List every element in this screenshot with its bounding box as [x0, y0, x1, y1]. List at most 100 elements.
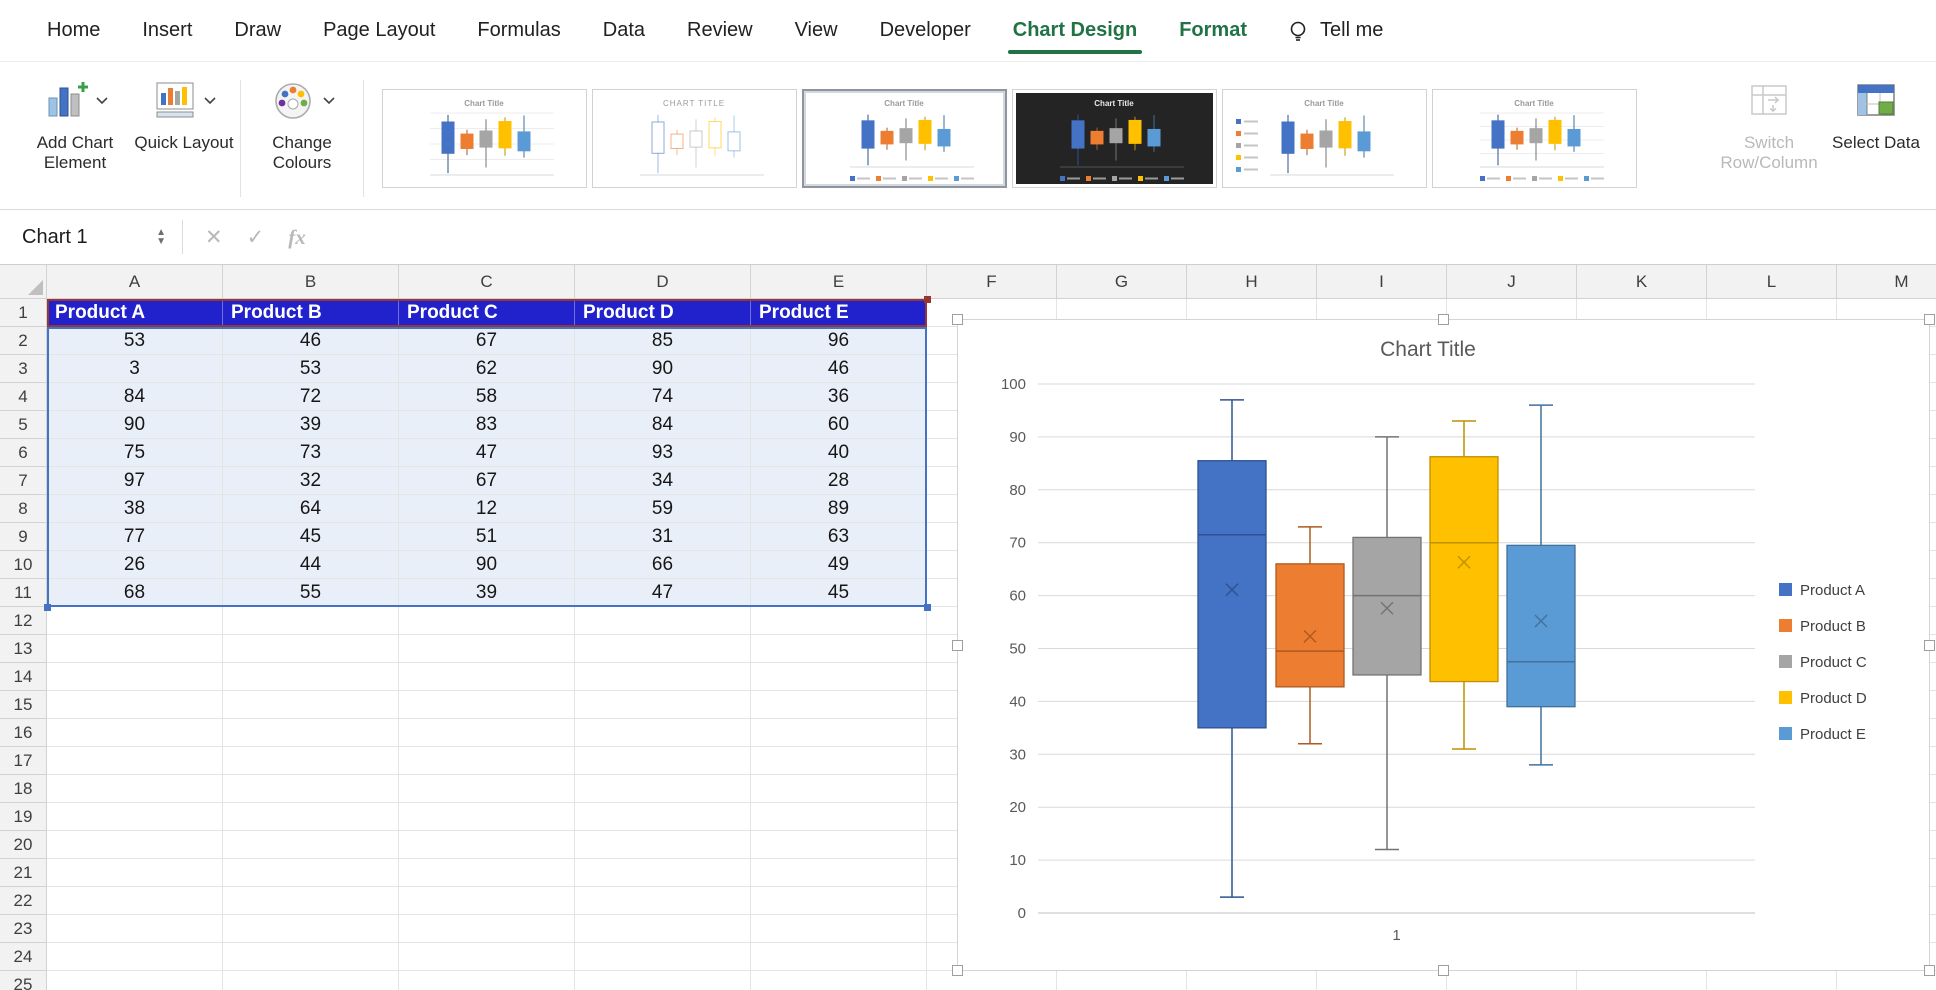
grid-cell-E2[interactable]: 96 — [751, 327, 927, 355]
grid-cell-C17[interactable] — [399, 747, 575, 775]
tab-home[interactable]: Home — [26, 0, 121, 62]
grid-cell-D14[interactable] — [575, 663, 751, 691]
chart-resize-handle[interactable] — [1438, 965, 1449, 976]
grid-cell-B11[interactable]: 55 — [223, 579, 399, 607]
grid-cell-A4[interactable]: 84 — [47, 383, 223, 411]
grid-cell-A20[interactable] — [47, 831, 223, 859]
legend-item-product-e[interactable]: Product E — [1779, 726, 1866, 743]
chart-resize-handle[interactable] — [1438, 314, 1449, 325]
grid-cell-C13[interactable] — [399, 635, 575, 663]
grid-cell-A6[interactable]: 75 — [47, 439, 223, 467]
grid-cell-E4[interactable]: 36 — [751, 383, 927, 411]
grid-cell-A23[interactable] — [47, 915, 223, 943]
tab-developer[interactable]: Developer — [859, 0, 992, 62]
grid-cell-A10[interactable]: 26 — [47, 551, 223, 579]
grid-cell-B21[interactable] — [223, 859, 399, 887]
grid-cell-A15[interactable] — [47, 691, 223, 719]
tab-review[interactable]: Review — [666, 0, 774, 62]
grid-cell-B2[interactable]: 46 — [223, 327, 399, 355]
range-fill-handle[interactable] — [924, 296, 931, 303]
row-header-2[interactable]: 2 — [0, 327, 47, 355]
grid-cell-C21[interactable] — [399, 859, 575, 887]
grid-cell-B9[interactable]: 45 — [223, 523, 399, 551]
grid-cell-D2[interactable]: 85 — [575, 327, 751, 355]
row-header-22[interactable]: 22 — [0, 887, 47, 915]
grid-cell-K25[interactable] — [1577, 971, 1707, 990]
grid-cell-A13[interactable] — [47, 635, 223, 663]
row-header-1[interactable]: 1 — [0, 299, 47, 327]
row-header-4[interactable]: 4 — [0, 383, 47, 411]
grid-cell-E15[interactable] — [751, 691, 927, 719]
grid-cell-L25[interactable] — [1707, 971, 1837, 990]
grid-cell-E9[interactable]: 63 — [751, 523, 927, 551]
grid-cell-E20[interactable] — [751, 831, 927, 859]
grid-cell-D8[interactable]: 59 — [575, 495, 751, 523]
row-header-8[interactable]: 8 — [0, 495, 47, 523]
tab-draw[interactable]: Draw — [213, 0, 302, 62]
grid-cell-C4[interactable]: 58 — [399, 383, 575, 411]
grid-cell-D20[interactable] — [575, 831, 751, 859]
grid-cell-D9[interactable]: 31 — [575, 523, 751, 551]
tab-page-layout[interactable]: Page Layout — [302, 0, 456, 62]
grid-cell-E14[interactable] — [751, 663, 927, 691]
chart-style-thumbnail-5[interactable]: Chart Title — [1222, 89, 1427, 188]
row-header-11[interactable]: 11 — [0, 579, 47, 607]
grid-cell-C5[interactable]: 83 — [399, 411, 575, 439]
row-header-25[interactable]: 25 — [0, 971, 47, 990]
select-data-button[interactable]: Select Data — [1830, 68, 1922, 209]
grid-cell-E5[interactable]: 60 — [751, 411, 927, 439]
grid-cell-H25[interactable] — [1187, 971, 1317, 990]
grid-cell-B5[interactable]: 39 — [223, 411, 399, 439]
column-header-C[interactable]: C — [399, 265, 575, 299]
box-series-product-b[interactable] — [1275, 526, 1345, 745]
grid-cell-B22[interactable] — [223, 887, 399, 915]
grid-cell-A9[interactable]: 77 — [47, 523, 223, 551]
column-header-E[interactable]: E — [751, 265, 927, 299]
row-header-14[interactable]: 14 — [0, 663, 47, 691]
grid-cell-A18[interactable] — [47, 775, 223, 803]
grid-cell-F25[interactable] — [927, 971, 1057, 990]
grid-cell-C6[interactable]: 47 — [399, 439, 575, 467]
grid-cell-E19[interactable] — [751, 803, 927, 831]
tab-insert[interactable]: Insert — [121, 0, 213, 62]
chart-resize-handle[interactable] — [1924, 965, 1935, 976]
grid-cell-E3[interactable]: 46 — [751, 355, 927, 383]
grid-cell-D13[interactable] — [575, 635, 751, 663]
range-fill-handle[interactable] — [44, 604, 51, 611]
tab-formulas[interactable]: Formulas — [456, 0, 581, 62]
grid-cell-D22[interactable] — [575, 887, 751, 915]
change-colours-button[interactable]: Change Colours — [247, 68, 357, 209]
grid-cell-C22[interactable] — [399, 887, 575, 915]
row-header-17[interactable]: 17 — [0, 747, 47, 775]
chart-style-thumbnail-6[interactable]: Chart Title — [1432, 89, 1637, 188]
row-header-3[interactable]: 3 — [0, 355, 47, 383]
grid-cell-A8[interactable]: 38 — [47, 495, 223, 523]
chart-style-thumbnail-4[interactable]: Chart Title — [1012, 89, 1217, 188]
grid-cell-C7[interactable]: 67 — [399, 467, 575, 495]
chart-style-thumbnail-2[interactable]: CHART TITLE — [592, 89, 797, 188]
grid-cell-B17[interactable] — [223, 747, 399, 775]
column-header-B[interactable]: B — [223, 265, 399, 299]
grid-cell-B7[interactable]: 32 — [223, 467, 399, 495]
chart-style-thumbnail-1[interactable]: Chart Title — [382, 89, 587, 188]
chart-resize-handle[interactable] — [952, 640, 963, 651]
column-header-I[interactable]: I — [1317, 265, 1447, 299]
grid-cell-C20[interactable] — [399, 831, 575, 859]
row-header-9[interactable]: 9 — [0, 523, 47, 551]
tell-me[interactable]: Tell me — [1286, 19, 1383, 43]
grid-cell-E7[interactable]: 28 — [751, 467, 927, 495]
grid-cell-A2[interactable]: 53 — [47, 327, 223, 355]
grid-cell-C19[interactable] — [399, 803, 575, 831]
grid-cell-D19[interactable] — [575, 803, 751, 831]
row-header-6[interactable]: 6 — [0, 439, 47, 467]
grid-cell-E24[interactable] — [751, 943, 927, 971]
grid-cell-C23[interactable] — [399, 915, 575, 943]
grid-cell-E6[interactable]: 40 — [751, 439, 927, 467]
grid-cell-B16[interactable] — [223, 719, 399, 747]
box-series-product-a[interactable] — [1197, 399, 1267, 898]
chart-object[interactable]: Chart Title 0 10 20 30 40 50 60 70 80 90 100 1 Produc… — [952, 314, 1935, 976]
grid-cell-C8[interactable]: 12 — [399, 495, 575, 523]
column-header-J[interactable]: J — [1447, 265, 1577, 299]
grid-cell-B19[interactable] — [223, 803, 399, 831]
grid-cell-A21[interactable] — [47, 859, 223, 887]
